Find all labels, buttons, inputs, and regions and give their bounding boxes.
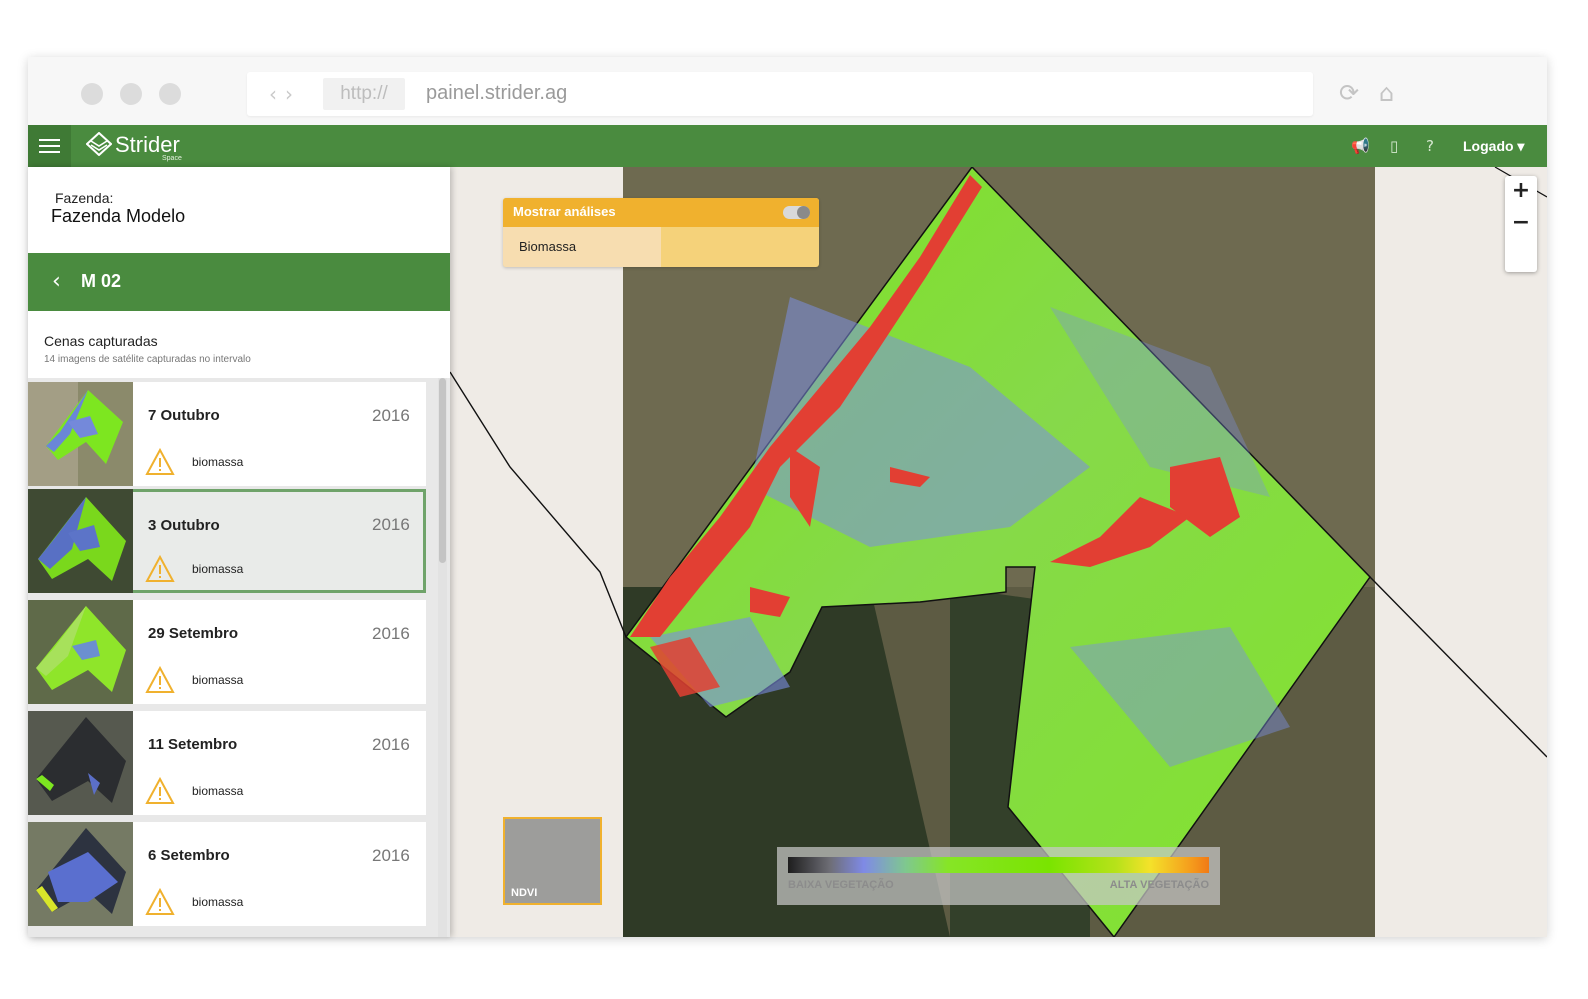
scrollbar[interactable]	[438, 378, 447, 937]
scene-year: 2016	[372, 515, 410, 534]
scenes-subtitle: 14 imagens de satélite capturadas no int…	[44, 354, 251, 365]
farm-name[interactable]: Fazenda Modelo	[51, 206, 185, 227]
address-bar[interactable]: ‹› http:// painel.strider.ag	[247, 72, 1313, 116]
scene-date: 7 Outubro	[148, 407, 220, 424]
scene-tag: biomassa	[192, 895, 244, 909]
layer-selector[interactable]: NDVI	[503, 817, 602, 905]
scene-thumbnail	[28, 600, 133, 704]
window-maximize-dot[interactable]	[159, 83, 181, 105]
analysis-option-biomassa[interactable]: Biomassa	[503, 227, 661, 267]
app-header: Strider Space 📢 ▯ ? Logado ▾	[28, 125, 1547, 167]
map-view[interactable]: Mostrar análises Biomassa + − NDVI BAIXA…	[450, 167, 1547, 937]
scene-list: 7 Outubro 2016 biomassa 3 Outubro 2016 b…	[28, 378, 450, 937]
user-menu[interactable]: Logado ▾	[1463, 138, 1524, 155]
zoom-in-button[interactable]: +	[1505, 176, 1537, 208]
scene-card[interactable]: 29 Setembro 2016 biomassa	[28, 600, 426, 704]
analysis-title: Mostrar análises	[513, 204, 616, 219]
home-icon[interactable]: ⌂	[1379, 79, 1394, 107]
brand-sub: Space	[162, 155, 182, 162]
analysis-header: Mostrar análises	[503, 198, 819, 227]
protocol-label: http://	[323, 78, 405, 110]
scene-year: 2016	[372, 735, 410, 754]
browser-window: ‹› http:// painel.strider.ag ⟳ ⌂ Strider…	[28, 57, 1547, 937]
browser-chrome: ‹› http:// painel.strider.ag ⟳ ⌂	[28, 57, 1547, 125]
scene-card[interactable]: 11 Setembro 2016 biomassa	[28, 711, 426, 815]
section-title: M 02	[81, 271, 122, 291]
scene-tag: biomassa	[192, 562, 244, 576]
hamburger-menu-icon[interactable]	[28, 125, 71, 167]
toggle-knob	[797, 206, 810, 219]
scene-year: 2016	[372, 624, 410, 643]
scene-thumbnail	[28, 822, 133, 926]
sidebar: Fazenda: Fazenda Modelo ‹ M 02 Cenas cap…	[28, 167, 450, 937]
scene-year: 2016	[372, 846, 410, 865]
scene-card[interactable]: 7 Outubro 2016 biomassa	[28, 382, 426, 486]
megaphone-icon[interactable]: 📢	[1351, 137, 1370, 155]
help-icon[interactable]: ?	[1426, 137, 1434, 155]
warning-icon	[145, 666, 175, 693]
scene-thumbnail	[28, 489, 133, 593]
warning-icon	[145, 448, 175, 475]
section-header: ‹ M 02	[28, 253, 450, 311]
scene-thumbnail	[28, 382, 133, 486]
warning-icon	[145, 888, 175, 915]
back-arrow-icon[interactable]: ‹	[269, 82, 285, 106]
url-text[interactable]: painel.strider.ag	[426, 82, 567, 105]
zoom-out-button[interactable]: −	[1505, 208, 1537, 240]
scene-card[interactable]: 6 Setembro 2016 biomassa	[28, 822, 426, 926]
scene-date: 11 Setembro	[148, 736, 238, 753]
scene-date: 3 Outubro	[148, 517, 220, 534]
window-minimize-dot[interactable]	[120, 83, 142, 105]
scene-thumbnail	[28, 711, 133, 815]
scene-tag: biomassa	[192, 455, 244, 469]
farm-label: Fazenda:	[55, 190, 114, 206]
layer-label: NDVI	[511, 887, 538, 899]
legend-gradient	[788, 857, 1209, 873]
legend-low-label: BAIXA VEGETAÇÃO	[788, 879, 894, 891]
analysis-option-label: Biomassa	[519, 239, 577, 254]
nav-arrows: ‹›	[269, 82, 301, 106]
scene-date: 29 Setembro	[148, 625, 239, 642]
back-chevron-icon[interactable]: ‹	[52, 269, 61, 294]
scroll-thumb[interactable]	[439, 378, 446, 563]
warning-icon	[145, 777, 175, 804]
scene-year: 2016	[372, 406, 410, 425]
window-close-dot[interactable]	[81, 83, 103, 105]
warning-icon	[145, 555, 175, 582]
book-icon[interactable]: ▯	[1390, 137, 1398, 155]
scene-tag: biomassa	[192, 673, 244, 687]
analysis-panel: Mostrar análises Biomassa	[503, 198, 819, 267]
scenes-title: Cenas capturadas	[44, 333, 158, 349]
strider-logo-icon	[86, 132, 112, 156]
legend-high-label: ALTA VEGETAÇÃO	[1109, 879, 1209, 891]
scene-card-selected[interactable]: 3 Outubro 2016 biomassa	[28, 489, 426, 593]
zoom-control: + −	[1505, 176, 1537, 272]
scene-date: 6 Setembro	[148, 847, 230, 864]
scene-tag: biomassa	[192, 784, 244, 798]
show-analysis-toggle[interactable]	[783, 206, 810, 219]
satellite-map[interactable]	[450, 167, 1547, 937]
vegetation-legend: BAIXA VEGETAÇÃO ALTA VEGETAÇÃO	[777, 847, 1220, 905]
reload-icon[interactable]: ⟳	[1339, 79, 1359, 107]
forward-arrow-icon[interactable]: ›	[285, 82, 301, 106]
